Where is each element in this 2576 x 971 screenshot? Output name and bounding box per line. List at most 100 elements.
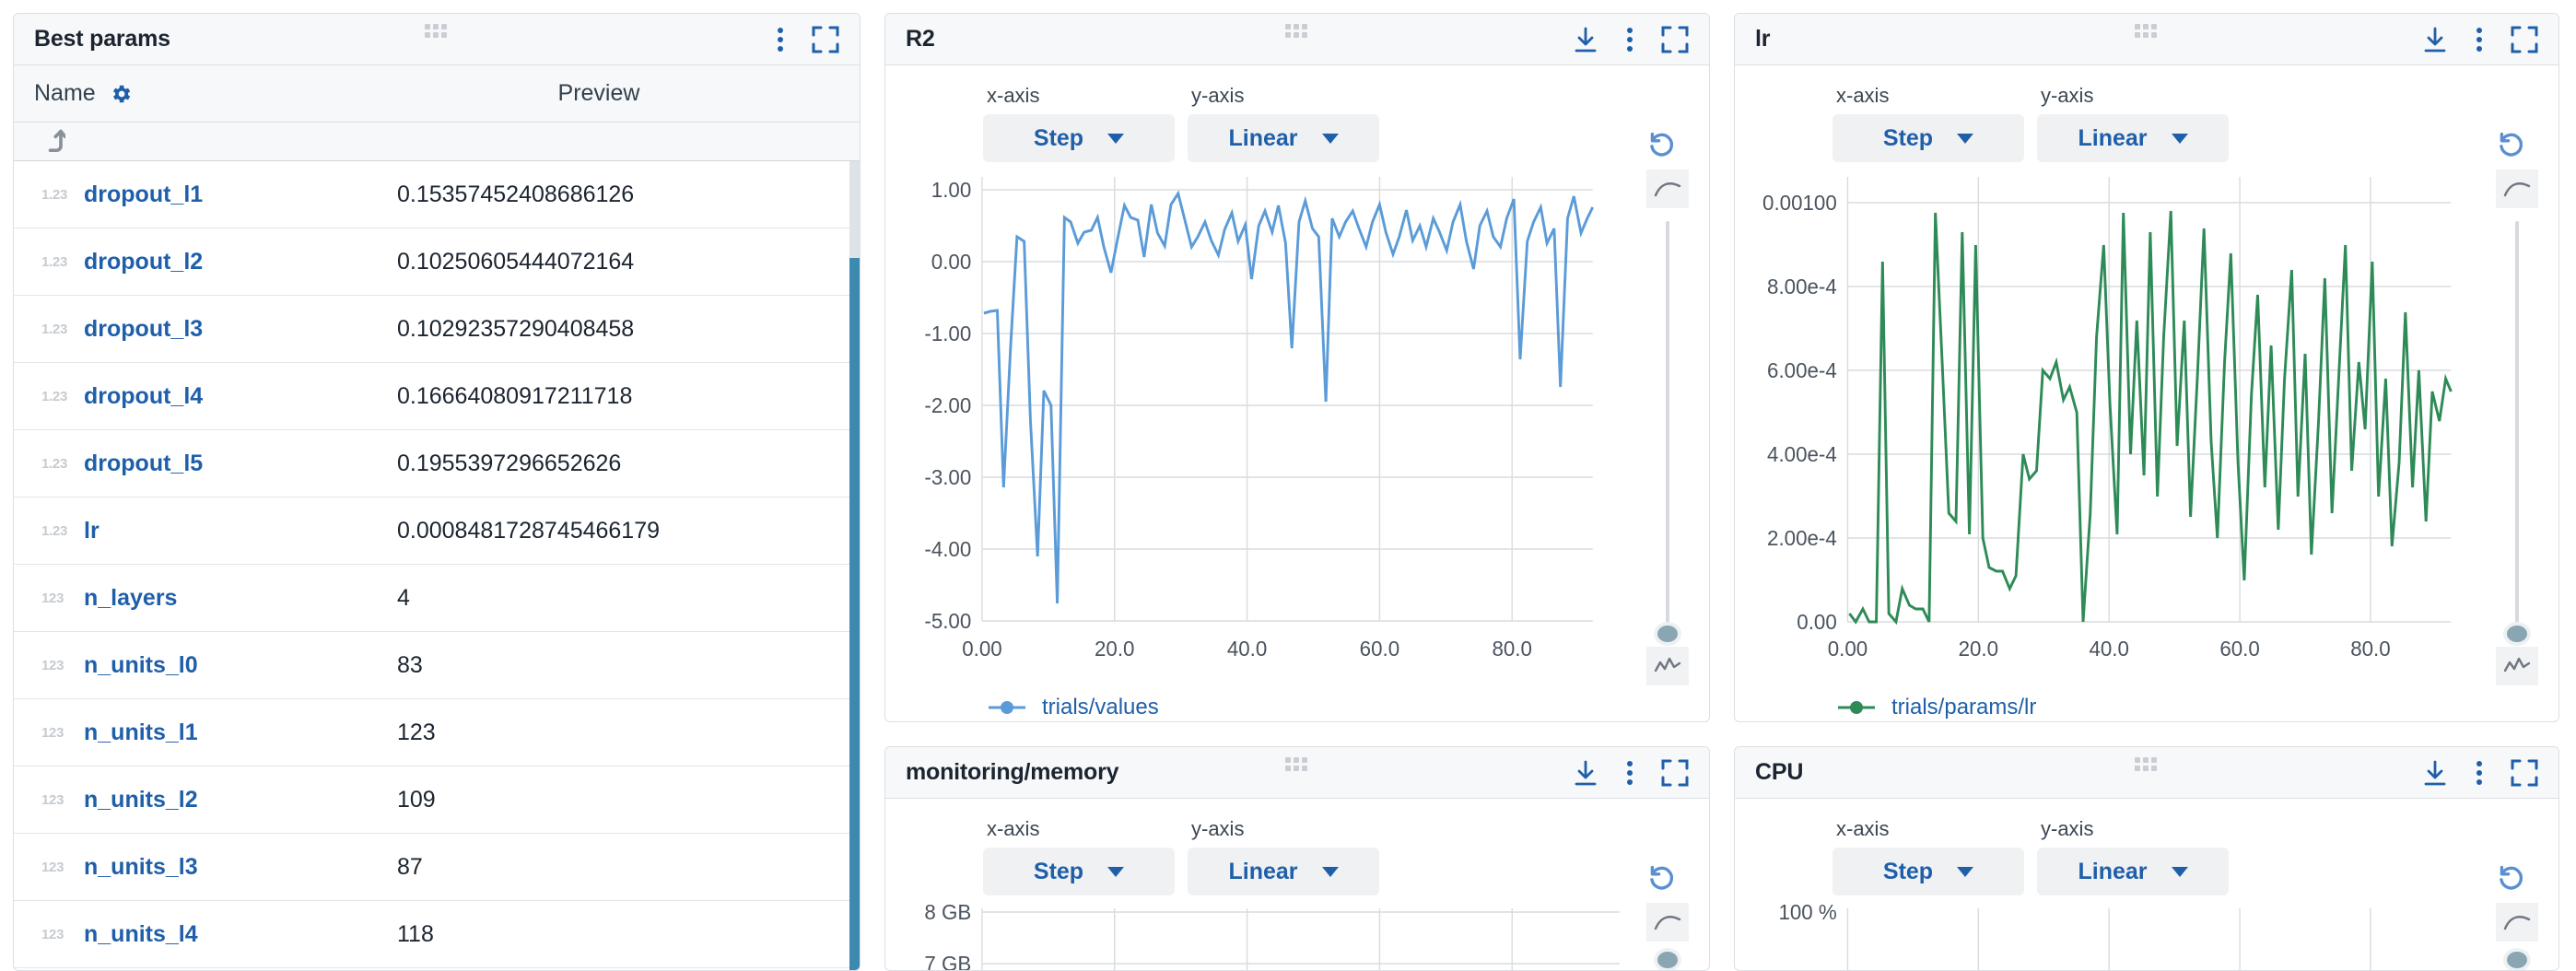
table-row[interactable]: 1.23 dropout_l3 0.10292357290408458	[14, 296, 860, 363]
y-gridlines	[982, 912, 1620, 964]
smoothing-curve-icon[interactable]	[2496, 903, 2538, 942]
y-axis-select[interactable]: Linear	[2037, 114, 2229, 162]
panel-title: CPU	[1755, 759, 1803, 786]
y-axis-select[interactable]: Linear	[1188, 114, 1379, 162]
table-row[interactable]: 123 n_units_l3 87	[14, 834, 860, 901]
table-row[interactable]: 123 n_units_l1 123	[14, 699, 860, 766]
table-row[interactable]: 1.23 dropout_l1 0.15357452408686126	[14, 161, 860, 228]
smoothing-slider[interactable]	[2515, 221, 2519, 634]
x-axis-select[interactable]: Step	[1832, 848, 2024, 895]
x-axis-select[interactable]: Step	[983, 848, 1175, 895]
kebab-menu-icon[interactable]	[1626, 26, 1633, 53]
y-axis-select-value: Linear	[2078, 125, 2147, 152]
drag-handle-icon[interactable]	[2135, 24, 2159, 38]
row-type-badge: 123	[41, 792, 84, 808]
kebab-menu-icon[interactable]	[1626, 759, 1633, 787]
download-icon[interactable]	[1573, 759, 1598, 787]
plot-area-r2[interactable]: 1.00 0.00 -1.00 -2.00 -3.00 -4.00 -5.00 …	[885, 170, 1709, 685]
kebab-menu-icon[interactable]	[2476, 26, 2483, 53]
table-row[interactable]: 1.23 dropout_l2 0.10250605444072164	[14, 228, 860, 296]
smoothing-slider-knob[interactable]	[1654, 622, 1681, 646]
row-name[interactable]: n_units_l1	[84, 719, 388, 746]
smoothing-curve-icon[interactable]	[2496, 170, 2538, 208]
reset-icon[interactable]	[1645, 125, 1678, 158]
table-row[interactable]: 1.23 lr 0.0008481728745466179	[14, 497, 860, 565]
kebab-menu-icon[interactable]	[777, 26, 784, 53]
raw-line-icon[interactable]	[2496, 647, 2538, 685]
svg-text:6.00e-4: 6.00e-4	[1767, 358, 1837, 382]
fullscreen-icon[interactable]	[2511, 759, 2538, 787]
table-scrollbar-thumb[interactable]	[849, 258, 860, 970]
download-icon[interactable]	[2422, 26, 2448, 53]
smoothing-slider[interactable]	[1666, 221, 1669, 634]
y-axis-control-group: y-axis Linear	[1188, 84, 1379, 162]
panel-title: Best params	[34, 26, 170, 53]
axis-controls: x-axis Step y-axis Linear	[1735, 65, 2558, 162]
row-name[interactable]: dropout_l1	[84, 181, 388, 208]
row-value: 123	[388, 719, 860, 746]
sort-ascending-icon[interactable]	[41, 127, 65, 157]
y-axis-select[interactable]: Linear	[2037, 848, 2229, 895]
gear-icon[interactable]	[109, 82, 133, 106]
row-name[interactable]: n_layers	[84, 585, 388, 612]
row-name[interactable]: n_units_l2	[84, 787, 388, 813]
drag-handle-icon[interactable]	[2135, 757, 2159, 771]
svg-text:-3.00: -3.00	[924, 465, 971, 489]
smoothing-curve-icon[interactable]	[1646, 170, 1689, 208]
reset-icon[interactable]	[2494, 859, 2527, 892]
plot-area-cpu[interactable]: 100 %	[1735, 903, 2558, 971]
legend-label[interactable]: trials/values	[1042, 695, 1159, 720]
raw-line-icon[interactable]	[1646, 647, 1689, 685]
table-row[interactable]: 123 n_layers 4	[14, 565, 860, 632]
smoothing-slider-knob[interactable]	[1654, 948, 1681, 971]
row-name[interactable]: dropout_l3	[84, 316, 388, 343]
column-header-name-label: Name	[34, 80, 96, 107]
table-row[interactable]: 1.23 dropout_l4 0.16664080917211718	[14, 363, 860, 430]
row-name[interactable]: n_units_l0	[84, 652, 388, 679]
smoothing-slider[interactable]	[2515, 954, 2519, 960]
reset-icon[interactable]	[2494, 125, 2527, 158]
x-axis-control-group: x-axis Step	[1832, 817, 2024, 895]
fullscreen-icon[interactable]	[1661, 26, 1689, 53]
kebab-menu-icon[interactable]	[2476, 759, 2483, 787]
row-name[interactable]: n_units_l3	[84, 854, 388, 881]
table-row[interactable]: 1.23 dropout_l5 0.1955397296652626	[14, 430, 860, 497]
plot-area-memory[interactable]: 8 GB 7 GB	[885, 903, 1709, 971]
table-row[interactable]: 123 n_units_l2 109	[14, 766, 860, 834]
table-scrollbar[interactable]	[849, 161, 860, 970]
row-name[interactable]: lr	[84, 518, 388, 544]
y-axis-select[interactable]: Linear	[1188, 848, 1379, 895]
x-axis-select[interactable]: Step	[983, 114, 1175, 162]
fullscreen-icon[interactable]	[2511, 26, 2538, 53]
smoothing-slider-knob[interactable]	[2503, 622, 2531, 646]
drag-handle-icon[interactable]	[1285, 757, 1309, 771]
download-icon[interactable]	[1573, 26, 1598, 53]
smoothing-slider-knob[interactable]	[2503, 948, 2531, 971]
fullscreen-icon[interactable]	[1661, 759, 1689, 787]
smoothing-slider[interactable]	[1666, 954, 1669, 960]
svg-text:60.0: 60.0	[1360, 637, 1399, 661]
drag-handle-icon[interactable]	[1285, 24, 1309, 38]
legend-label[interactable]: trials/params/lr	[1891, 695, 2036, 720]
x-axis-select[interactable]: Step	[1832, 114, 2024, 162]
axis-controls: x-axis Step y-axis Linear	[885, 65, 1709, 162]
row-name[interactable]: dropout_l4	[84, 383, 388, 410]
fullscreen-icon[interactable]	[812, 26, 839, 53]
plot-svg-r2: 1.00 0.00 -1.00 -2.00 -3.00 -4.00 -5.00 …	[885, 170, 1709, 685]
y-tick-labels: 8 GB 7 GB	[924, 903, 971, 971]
row-name[interactable]: n_units_l4	[84, 921, 388, 948]
chevron-down-icon	[2172, 134, 2188, 144]
row-name[interactable]: dropout_l2	[84, 249, 388, 275]
smoothing-curve-icon[interactable]	[1646, 903, 1689, 942]
row-type-badge: 123	[41, 725, 84, 741]
drag-handle-icon[interactable]	[425, 24, 449, 38]
reset-icon[interactable]	[1645, 859, 1678, 892]
row-value: 4	[388, 585, 860, 612]
x-axis-select-value: Step	[1883, 125, 1933, 152]
table-row[interactable]: 123 n_units_l0 83	[14, 632, 860, 699]
axis-controls: x-axis Step y-axis Linear	[1735, 799, 2558, 895]
row-name[interactable]: dropout_l5	[84, 450, 388, 477]
table-row[interactable]: 123 n_units_l4 118	[14, 901, 860, 968]
plot-area-lr[interactable]: 0.00100 8.00e-4 6.00e-4 4.00e-4 2.00e-4 …	[1735, 170, 2558, 685]
download-icon[interactable]	[2422, 759, 2448, 787]
